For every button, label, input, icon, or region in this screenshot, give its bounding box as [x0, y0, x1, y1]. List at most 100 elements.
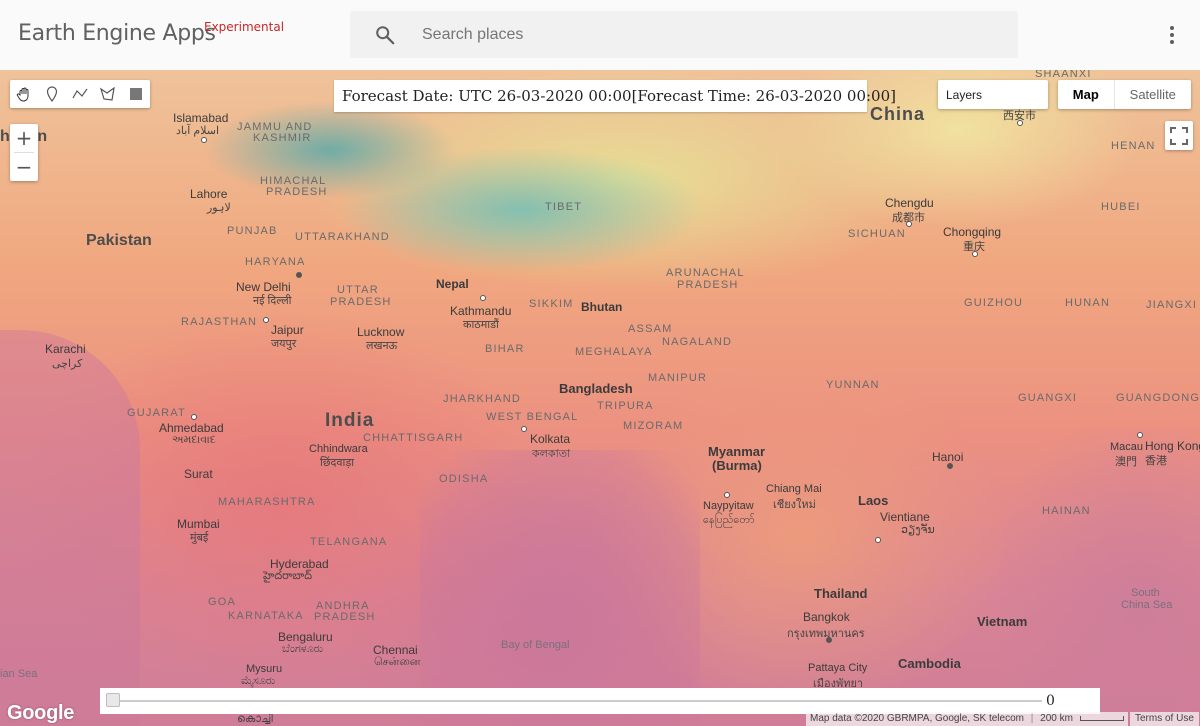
bay-of-bengal-region	[420, 450, 700, 726]
map-label-cambodia: Cambodia	[898, 656, 961, 671]
map-label-hyderabad-native: హైదరాబాద్	[263, 570, 312, 582]
map-label-uttarakhand: UTTARAKHAND	[295, 231, 390, 243]
scale-label[interactable]: 200 km	[1040, 713, 1073, 724]
attribution-text: Map data ©2020 GBRMPA, Google, SK teleco…	[810, 713, 1024, 724]
map-label-guizhou: GUIZHOU	[964, 297, 1024, 309]
map-label-assam: ASSAM	[628, 323, 673, 335]
map-label-hubei: HUBEI	[1101, 201, 1141, 213]
google-logo: Google	[7, 702, 75, 724]
map-label-burma: (Burma)	[712, 458, 762, 473]
map-label-chhattisgarh: CHHATTISGARH	[363, 432, 464, 444]
map-label-haryana: HARYANA	[245, 256, 306, 268]
map-label-manipur: MANIPUR	[648, 372, 708, 384]
map-label-hainan: HAINAN	[1042, 505, 1091, 517]
arabian-sea-region	[0, 330, 140, 726]
map-label-islamabad: Islamabad	[173, 111, 229, 125]
map-label-jaipur: Jaipur	[271, 323, 304, 337]
map-label-new-delhi-native: नई दिल्ली	[253, 295, 292, 307]
map-label-islamabad-native: اسلام آباد	[176, 125, 220, 137]
map-label-macau-native: 澳門	[1115, 456, 1137, 468]
map-label-bengaluru: Bengaluru	[278, 630, 333, 644]
map-label-pakistan: Pakistan	[86, 232, 152, 249]
map-label-guangxi: GUANGXI	[1018, 392, 1078, 404]
map-label-hyderabad: Hyderabad	[270, 557, 329, 571]
slider-track[interactable]	[112, 700, 1042, 702]
map-label-uttar: UTTAR	[337, 284, 379, 296]
map-label-vientiane-native: ວຽງຈັນ	[901, 524, 935, 536]
map-label-kolkata-native: কলকাতা	[532, 448, 571, 460]
city-marker-islamabad	[201, 137, 207, 143]
experimental-tag: Experimental	[204, 20, 285, 34]
draw-polygon-icon[interactable]	[94, 80, 122, 108]
map-label-karachi-native: کراچی	[52, 358, 83, 370]
slider-thumb[interactable]	[106, 693, 120, 707]
map-label-myanmar: Myanmar	[708, 444, 766, 459]
map-label-bihar: BIHAR	[485, 343, 525, 355]
map-label-jaipur-native: जयपुर	[271, 338, 297, 350]
map-label-chengdu: Chengdu	[885, 196, 934, 210]
map-label-arunachal: ARUNACHAL	[666, 267, 745, 279]
search-box[interactable]	[350, 11, 1018, 58]
map-label-odisha: ODISHA	[439, 473, 489, 485]
map-label-bengaluru-native: ಬೆಂಗಳೂರು	[282, 643, 324, 655]
map-label-hanoi: Hanoi	[932, 450, 964, 464]
map-label-telangana: TELANGANA	[310, 536, 388, 548]
fullscreen-icon[interactable]	[1165, 121, 1193, 150]
map-label-bay-of-bengal: Bay of Bengal	[501, 639, 570, 651]
map-label-rajasthan: RAJASTHAN	[181, 316, 258, 328]
more-options-icon[interactable]	[1160, 22, 1184, 48]
map-label-west-bengal: WEST BENGAL	[486, 411, 579, 423]
map-label-kathmandu: Kathmandu	[450, 304, 512, 318]
map-label-south-china-sea-line2: China Sea	[1121, 599, 1173, 611]
zoom-in-button[interactable]: +	[10, 124, 38, 152]
slider-value: 0	[1046, 693, 1055, 709]
map-label-ahmedabad-native: અમદાવાદ	[172, 434, 216, 446]
layers-button[interactable]: Layers	[938, 80, 1048, 109]
map-label-kochi-native: കൊച്ചി	[237, 713, 273, 725]
search-input[interactable]	[422, 11, 982, 58]
map-canvas[interactable]: China histan Pakistan India Nepal Bhutan…	[0, 70, 1200, 726]
draw-rectangle-icon[interactable]	[122, 80, 150, 108]
drawing-toolbar	[10, 80, 150, 108]
map-label-vietnam: Vietnam	[977, 614, 1028, 629]
map-type-satellite-button[interactable]: Satellite	[1115, 80, 1191, 109]
city-marker-bangkok	[826, 637, 832, 643]
south-china-sea-region	[1000, 430, 1200, 726]
map-label-chiang-mai: Chiang Mai	[766, 483, 822, 495]
map-attribution: Map data ©2020 GBRMPA, Google, SK teleco…	[806, 712, 1128, 726]
map-label-chennai-native: சென்னை	[374, 656, 421, 668]
map-label-naypyitaw: Naypyitaw	[703, 500, 754, 512]
map-label-nagaland: NAGALAND	[662, 336, 733, 348]
city-marker-new-delhi	[296, 272, 302, 278]
map-label-goa: GOA	[208, 596, 237, 608]
map-label-hunan: HUNAN	[1065, 297, 1111, 309]
app-title[interactable]: Earth Engine Apps	[18, 21, 216, 46]
city-marker-kathmandu	[480, 295, 486, 301]
map-label-hong-kong-native: 香港	[1145, 455, 1167, 467]
map-label-naypyitaw-native: နေပြည်တော်	[703, 514, 755, 526]
draw-line-icon[interactable]	[66, 80, 94, 108]
map-label-henan: HENAN	[1111, 140, 1156, 152]
map-label-kolkata: Kolkata	[530, 432, 571, 446]
map-type-map-button[interactable]: Map	[1058, 80, 1115, 109]
search-icon[interactable]	[374, 24, 396, 46]
terms-of-use-link[interactable]: Terms of Use	[1130, 712, 1199, 726]
map-label-guangdong: GUANGDONG	[1116, 392, 1200, 404]
map-label-bhutan: Bhutan	[581, 300, 623, 314]
city-marker-jaipur	[263, 317, 269, 323]
city-marker-kolkata	[521, 426, 527, 432]
map-label-mizoram: MIZORAM	[623, 420, 684, 432]
pan-hand-icon[interactable]	[10, 80, 38, 108]
map-label-chhindwara: Chhindwara	[309, 443, 368, 455]
map-label-thailand: Thailand	[814, 586, 868, 601]
map-label-jharkhand: JHARKHAND	[443, 393, 522, 405]
forecast-time-slider-panel: 0	[100, 688, 1100, 714]
map-label-sichuan: SICHUAN	[848, 228, 906, 240]
city-marker-chongqing	[972, 251, 978, 257]
city-marker-naypyitaw	[724, 492, 730, 498]
marker-point-icon[interactable]	[38, 80, 66, 108]
map-label-mumbai-native: मुंबई	[190, 532, 209, 544]
zoom-out-button[interactable]: −	[10, 153, 38, 181]
map-label-karnataka: KARNATAKA	[228, 610, 304, 622]
city-marker-chengdu	[906, 221, 912, 227]
